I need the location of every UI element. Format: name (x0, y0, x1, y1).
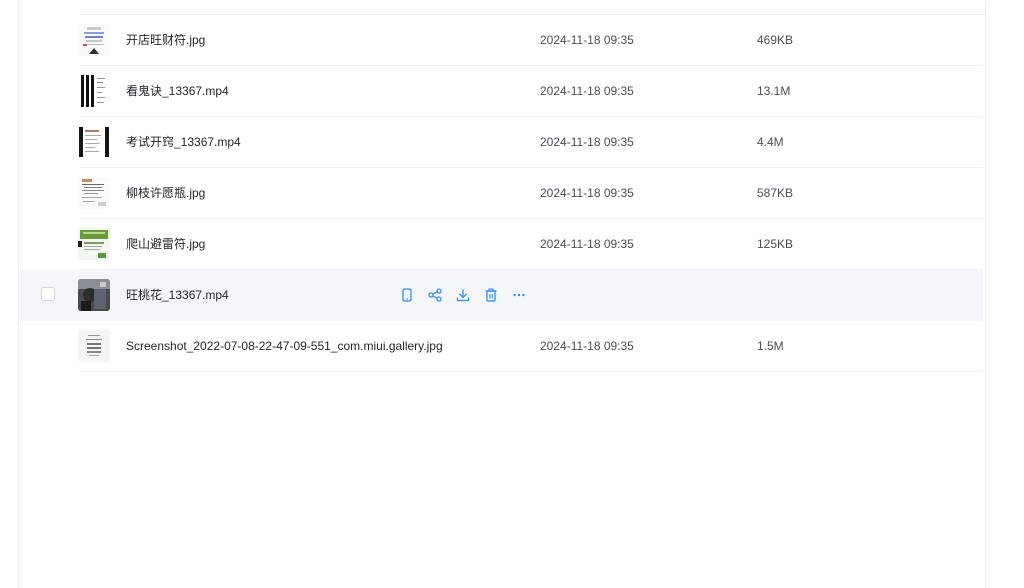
file-name[interactable]: 看鬼诀_13367.mp4 (126, 66, 229, 117)
table-row[interactable]: 考试开窍_13367.mp4 2024-11-18 09:35 4.4M (19, 117, 983, 168)
file-size: 469KB (757, 33, 794, 47)
doc-image-thumb (78, 24, 110, 56)
file-size: 13.1M (757, 84, 791, 98)
screenshot-thumb (78, 330, 110, 362)
file-time: 2024-11-18 09:35 (540, 186, 634, 200)
file-size: 587KB (757, 186, 794, 200)
file-name[interactable]: 柳枝许愿瓶.jpg (126, 168, 205, 219)
file-name[interactable]: 爬山避雷符.jpg (126, 219, 205, 270)
table-row[interactable]: 柳枝许愿瓶.jpg 2024-11-18 09:35 587KB (19, 168, 983, 219)
row-checkbox[interactable] (41, 287, 55, 301)
file-time: 2024-11-18 09:35 (540, 339, 634, 353)
file-name[interactable]: Screenshot_2022-07-08-22-47-09-551_com.m… (126, 321, 443, 372)
table-row[interactable]: Screenshot_2022-07-08-22-47-09-551_com.m… (19, 321, 983, 372)
file-time: 2024-11-18 09:35 (540, 84, 634, 98)
file-time: 2024-11-18 09:35 (540, 135, 634, 149)
table-row[interactable]: 爬山避雷符.jpg 2024-11-18 09:35 125KB (19, 219, 983, 270)
download-icon[interactable] (455, 287, 471, 303)
open-on-phone-icon[interactable] (399, 287, 415, 303)
file-name[interactable]: 考试开窍_13367.mp4 (126, 117, 241, 168)
file-size: 125KB (757, 237, 794, 251)
delete-icon[interactable] (483, 287, 499, 303)
file-time: 2024-11-18 09:35 (540, 237, 634, 251)
video-thumb (78, 126, 110, 158)
file-size: 4.4M (757, 135, 784, 149)
file-time: 2024-11-18 09:35 (540, 33, 634, 47)
more-icon[interactable] (511, 287, 527, 303)
row-divider (79, 371, 983, 372)
table-row[interactable]: 看鬼诀_13367.mp4 2024-11-18 09:35 13.1M (19, 66, 983, 117)
table-row[interactable]: 开店旺财符.jpg 2024-11-18 09:35 469KB (19, 15, 983, 66)
doc-image-thumb (78, 177, 110, 209)
row-actions (399, 287, 527, 303)
share-icon[interactable] (427, 287, 443, 303)
table-row[interactable]: 旺桃花_13367.mp4 (19, 270, 983, 321)
file-list-panel: 开店旺财符.jpg 2024-11-18 09:35 469KB 看鬼诀_133… (18, 0, 986, 588)
file-size: 1.5M (757, 339, 784, 353)
video-thumb (78, 75, 110, 107)
file-name[interactable]: 旺桃花_13367.mp4 (126, 270, 229, 321)
file-name[interactable]: 开店旺财符.jpg (126, 15, 205, 66)
photo-thumb (78, 279, 110, 311)
green-image-thumb (78, 228, 110, 260)
